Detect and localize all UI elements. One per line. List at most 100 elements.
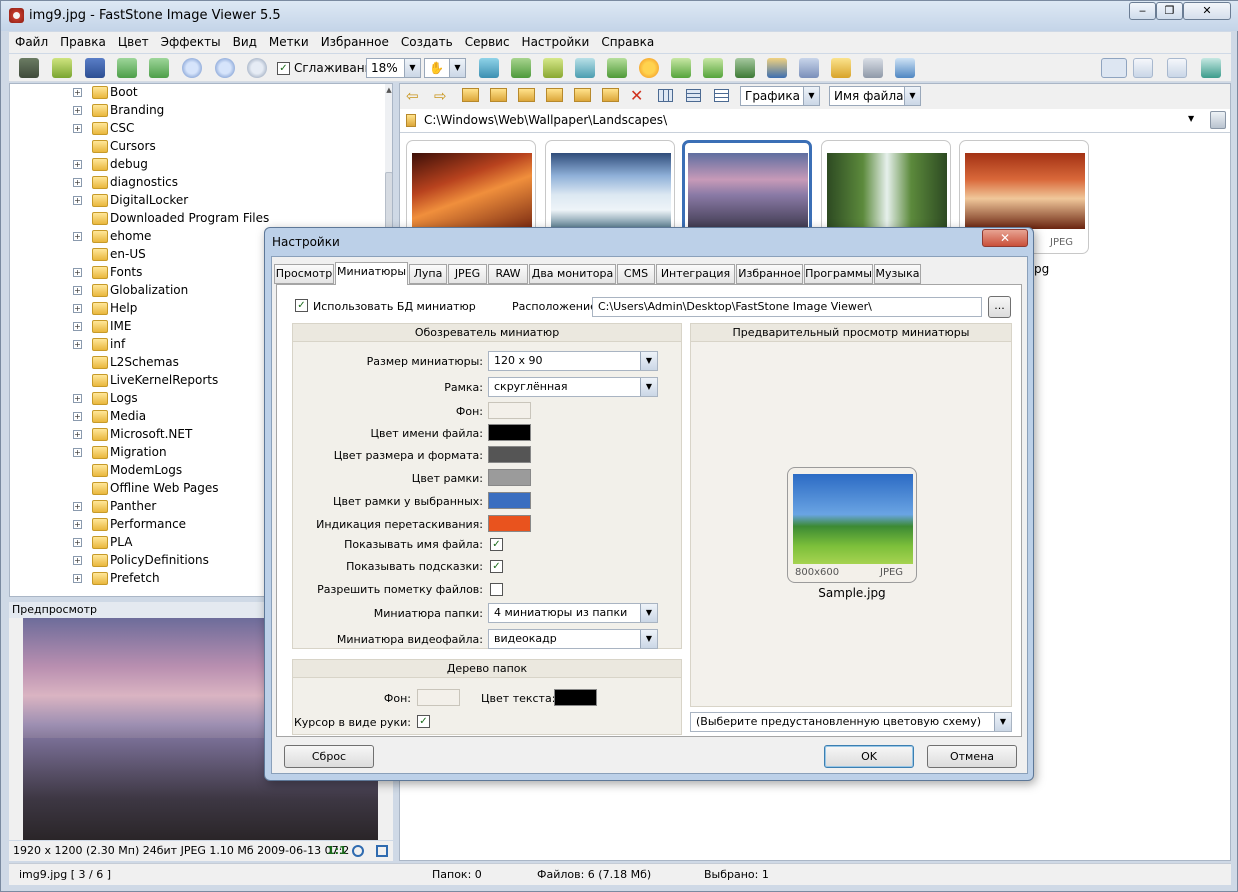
expand-icon[interactable]: + — [73, 232, 82, 241]
menu-tags[interactable]: Метки — [263, 32, 315, 49]
new-folder-icon[interactable] — [518, 88, 535, 102]
slideshow-icon[interactable] — [479, 58, 499, 78]
view-list-icon[interactable] — [714, 89, 729, 102]
size-select[interactable]: 120 x 90 ▼ — [488, 351, 658, 371]
selected-frame-color-swatch[interactable] — [488, 492, 531, 509]
hand-cursor-checkbox[interactable]: ✓ — [417, 715, 430, 728]
tree-folder-item[interactable]: Downloaded Program Files — [10, 210, 380, 228]
zoom-select[interactable]: 18% ▼ — [366, 58, 421, 78]
color-adjust-icon[interactable] — [575, 58, 595, 78]
menu-create[interactable]: Создать — [395, 32, 459, 49]
tree-folder-item[interactable]: + debug — [10, 156, 380, 174]
tab-dual-monitor[interactable]: Два монитора — [529, 264, 616, 284]
compare-icon[interactable] — [767, 58, 787, 78]
refresh-folder-icon[interactable] — [490, 88, 507, 102]
bg-color-swatch[interactable] — [488, 402, 531, 419]
tree-folder-item[interactable]: + Boot — [10, 84, 380, 102]
expand-icon[interactable]: + — [73, 286, 82, 295]
rotate-right-icon[interactable] — [703, 58, 723, 78]
menu-favorites[interactable]: Избранное — [315, 32, 395, 49]
show-hints-checkbox[interactable]: ✓ — [490, 560, 503, 573]
view-details-icon[interactable] — [686, 89, 701, 102]
expand-icon[interactable]: + — [73, 340, 82, 349]
tab-raw[interactable]: RAW — [488, 264, 528, 284]
expand-icon[interactable]: + — [73, 538, 82, 547]
close-button[interactable]: ✕ — [1183, 2, 1231, 20]
scroll-up-arrow[interactable]: ▲ — [385, 86, 392, 94]
view-mode-select[interactable]: Графика ▼ — [740, 86, 820, 106]
favorite-folder-icon[interactable] — [546, 88, 563, 102]
email-icon[interactable] — [831, 58, 851, 78]
actual-size-label[interactable]: 1:1 — [327, 841, 347, 861]
drag-color-swatch[interactable] — [488, 515, 531, 532]
flip-icon[interactable] — [735, 58, 755, 78]
dialog-close-button[interactable]: ✕ — [982, 229, 1028, 247]
tab-thumbnails[interactable]: Миниатюры — [335, 262, 408, 285]
expand-icon[interactable]: + — [73, 160, 82, 169]
show-name-checkbox[interactable]: ✓ — [490, 538, 503, 551]
expand-icon[interactable]: + — [73, 196, 82, 205]
menu-color[interactable]: Цвет — [112, 32, 155, 49]
print-icon[interactable] — [863, 58, 883, 78]
tree-text-color-swatch[interactable] — [554, 689, 597, 706]
expand-icon[interactable]: + — [73, 430, 82, 439]
tree-folder-item[interactable]: + diagnostics — [10, 174, 380, 192]
path-dropdown-icon[interactable]: ▼ — [1188, 114, 1194, 123]
expand-icon[interactable]: + — [73, 304, 82, 313]
tab-view[interactable]: Просмотр — [274, 264, 334, 284]
tab-cms[interactable]: CMS — [617, 264, 655, 284]
expand-icon[interactable]: + — [73, 322, 82, 331]
expand-icon[interactable]: + — [73, 124, 82, 133]
tab-magnifier[interactable]: Лупа — [409, 264, 447, 284]
view-thumbnails-icon[interactable] — [658, 89, 673, 102]
tree-bg-swatch[interactable] — [417, 689, 460, 706]
folder-thumb-select[interactable]: 4 миниатюры из папки ▼ — [488, 603, 658, 623]
sort-select[interactable]: Имя файла ▼ — [829, 86, 921, 106]
tab-music[interactable]: Музыка — [874, 264, 921, 284]
delete-icon[interactable]: ✕ — [630, 86, 643, 105]
expand-icon[interactable]: + — [73, 268, 82, 277]
move-to-folder-icon[interactable] — [602, 88, 619, 102]
fit-icon[interactable] — [352, 845, 364, 857]
tab-integration[interactable]: Интеграция — [656, 264, 735, 284]
expand-icon[interactable]: + — [73, 394, 82, 403]
expand-icon[interactable]: + — [73, 556, 82, 565]
brightness-icon[interactable] — [639, 58, 659, 78]
layout-1-icon[interactable] — [1101, 58, 1127, 78]
layout-3-icon[interactable] — [1167, 58, 1187, 78]
path-bar[interactable]: C:\Windows\Web\Wallpaper\Landscapes\ ▼ — [400, 109, 1230, 133]
open-folder-icon[interactable] — [52, 58, 72, 78]
folder-up-icon[interactable] — [462, 88, 479, 102]
tree-folder-item[interactable]: + CSC — [10, 120, 380, 138]
actual-size-icon[interactable] — [247, 58, 267, 78]
camera-icon[interactable] — [19, 58, 39, 78]
maximize-button[interactable]: ❐ — [1156, 2, 1183, 20]
fullscreen-icon[interactable] — [1201, 58, 1221, 78]
minimize-button[interactable]: ‒ — [1129, 2, 1156, 20]
menu-file[interactable]: Файл — [9, 32, 54, 49]
menu-settings[interactable]: Настройки — [516, 32, 596, 49]
hand-tool-select[interactable]: ✋ ▼ — [424, 58, 466, 78]
red-eye-icon[interactable] — [607, 58, 627, 78]
expand-icon[interactable]: + — [73, 448, 82, 457]
menu-help[interactable]: Справка — [595, 32, 660, 49]
zoom-in-icon[interactable] — [182, 58, 202, 78]
expand-icon[interactable]: + — [73, 520, 82, 529]
draw-icon[interactable] — [799, 58, 819, 78]
size-color-swatch[interactable] — [488, 446, 531, 463]
expand-icon[interactable]: + — [73, 502, 82, 511]
expand-icon[interactable]: + — [73, 88, 82, 97]
smoothing-checkbox[interactable]: ✓ — [277, 62, 290, 75]
path-text[interactable]: C:\Windows\Web\Wallpaper\Landscapes\ — [424, 113, 667, 127]
location-input[interactable]: C:\Users\Admin\Desktop\FastStone Image V… — [592, 297, 982, 317]
video-thumb-select[interactable]: видеокадр ▼ — [488, 629, 658, 649]
previous-icon[interactable] — [117, 58, 137, 78]
tab-jpeg[interactable]: JPEG — [448, 264, 487, 284]
frame-select[interactable]: скруглённая ▼ — [488, 377, 658, 397]
trash-icon[interactable] — [1210, 111, 1226, 129]
expand-icon[interactable]: + — [73, 412, 82, 421]
forward-arrow-icon[interactable]: ⇨ — [434, 87, 447, 105]
tab-programs[interactable]: Программы — [804, 264, 873, 284]
menu-effects[interactable]: Эффекты — [155, 32, 227, 49]
save-icon[interactable] — [85, 58, 105, 78]
